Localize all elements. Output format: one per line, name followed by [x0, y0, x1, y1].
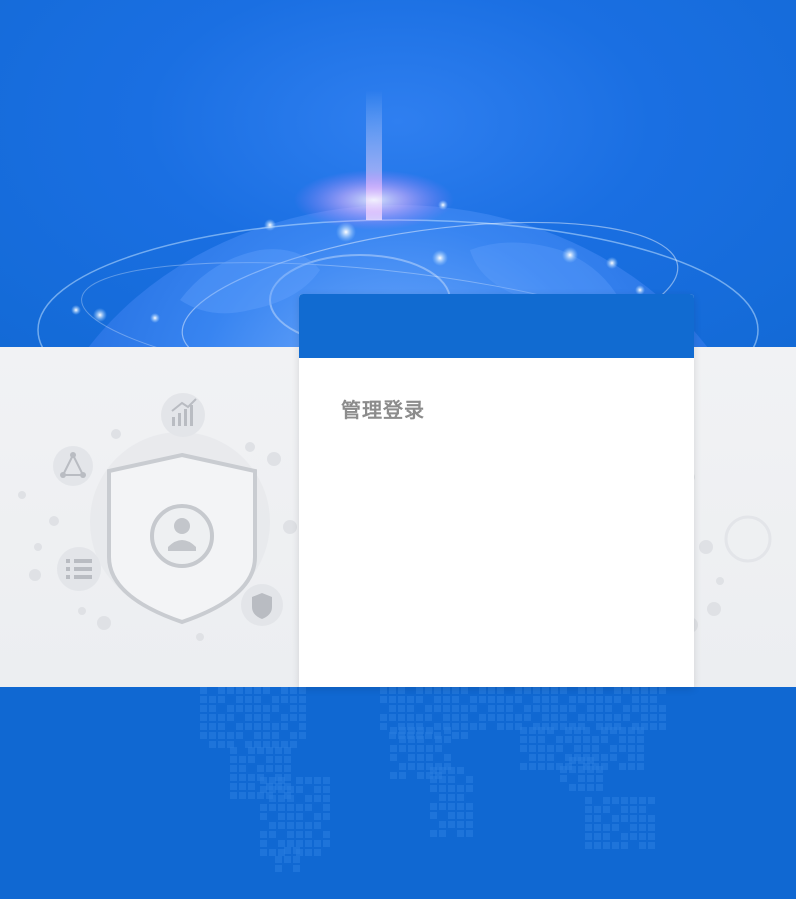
shield-user-icon [107, 452, 257, 625]
network-triangle-icon [53, 446, 93, 486]
login-card: 管理登录 [299, 294, 694, 687]
login-title: 管理登录 [341, 398, 425, 422]
bottom-background [0, 687, 796, 899]
dotted-world-map [200, 687, 666, 872]
login-card-header [299, 294, 694, 358]
small-shield-icon [241, 584, 283, 626]
trend-chart-icon [161, 393, 205, 437]
list-icon [57, 547, 101, 591]
